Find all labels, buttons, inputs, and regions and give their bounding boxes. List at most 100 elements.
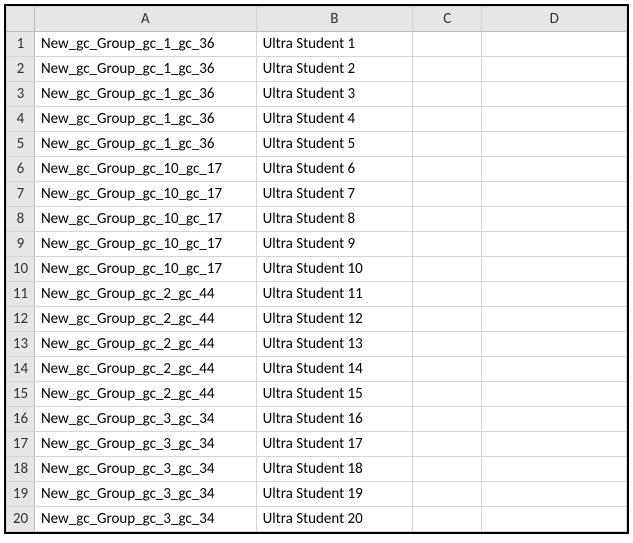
cell-c[interactable]	[413, 482, 482, 507]
cell-b[interactable]: Ultra Student 11	[256, 282, 412, 307]
cell-c[interactable]	[413, 282, 482, 307]
cell-c[interactable]	[413, 457, 482, 482]
cell-d[interactable]	[482, 57, 627, 82]
row-header[interactable]: 11	[7, 282, 35, 307]
row-header[interactable]: 13	[7, 332, 35, 357]
cell-c[interactable]	[413, 232, 482, 257]
cell-b[interactable]: Ultra Student 17	[256, 432, 412, 457]
cell-d[interactable]	[482, 82, 627, 107]
cell-a[interactable]: New_gc_Group_gc_1_gc_36	[34, 132, 256, 157]
cell-d[interactable]	[482, 32, 627, 57]
cell-c[interactable]	[413, 132, 482, 157]
cell-d[interactable]	[482, 457, 627, 482]
cell-a[interactable]: New_gc_Group_gc_10_gc_17	[34, 257, 256, 282]
cell-d[interactable]	[482, 507, 627, 532]
cell-a[interactable]: New_gc_Group_gc_1_gc_36	[34, 32, 256, 57]
cell-d[interactable]	[482, 107, 627, 132]
cell-a[interactable]: New_gc_Group_gc_1_gc_36	[34, 82, 256, 107]
select-all-corner[interactable]	[7, 7, 35, 32]
row-header[interactable]: 3	[7, 82, 35, 107]
cell-c[interactable]	[413, 357, 482, 382]
cell-c[interactable]	[413, 182, 482, 207]
row-header[interactable]: 8	[7, 207, 35, 232]
cell-b[interactable]: Ultra Student 13	[256, 332, 412, 357]
cell-d[interactable]	[482, 257, 627, 282]
cell-a[interactable]: New_gc_Group_gc_2_gc_44	[34, 357, 256, 382]
cell-a[interactable]: New_gc_Group_gc_2_gc_44	[34, 282, 256, 307]
cell-c[interactable]	[413, 307, 482, 332]
cell-b[interactable]: Ultra Student 19	[256, 482, 412, 507]
row-header[interactable]: 5	[7, 132, 35, 157]
cell-a[interactable]: New_gc_Group_gc_10_gc_17	[34, 232, 256, 257]
cell-b[interactable]: Ultra Student 7	[256, 182, 412, 207]
cell-d[interactable]	[482, 132, 627, 157]
cell-b[interactable]: Ultra Student 5	[256, 132, 412, 157]
row-header[interactable]: 16	[7, 407, 35, 432]
cell-d[interactable]	[482, 407, 627, 432]
row-header[interactable]: 7	[7, 182, 35, 207]
cell-b[interactable]: Ultra Student 3	[256, 82, 412, 107]
row-header[interactable]: 9	[7, 232, 35, 257]
cell-d[interactable]	[482, 307, 627, 332]
cell-a[interactable]: New_gc_Group_gc_3_gc_34	[34, 407, 256, 432]
cell-b[interactable]: Ultra Student 10	[256, 257, 412, 282]
cell-c[interactable]	[413, 82, 482, 107]
cell-c[interactable]	[413, 57, 482, 82]
cell-b[interactable]: Ultra Student 9	[256, 232, 412, 257]
cell-d[interactable]	[482, 207, 627, 232]
cell-d[interactable]	[482, 282, 627, 307]
cell-a[interactable]: New_gc_Group_gc_3_gc_34	[34, 482, 256, 507]
cell-a[interactable]: New_gc_Group_gc_1_gc_36	[34, 107, 256, 132]
cell-c[interactable]	[413, 107, 482, 132]
cell-c[interactable]	[413, 32, 482, 57]
cell-a[interactable]: New_gc_Group_gc_2_gc_44	[34, 332, 256, 357]
row-header[interactable]: 19	[7, 482, 35, 507]
row-header[interactable]: 12	[7, 307, 35, 332]
column-header-a[interactable]: A	[34, 7, 256, 32]
column-header-b[interactable]: B	[256, 7, 412, 32]
cell-b[interactable]: Ultra Student 15	[256, 382, 412, 407]
row-header[interactable]: 2	[7, 57, 35, 82]
cell-c[interactable]	[413, 382, 482, 407]
cell-d[interactable]	[482, 482, 627, 507]
cell-b[interactable]: Ultra Student 18	[256, 457, 412, 482]
cell-a[interactable]: New_gc_Group_gc_10_gc_17	[34, 157, 256, 182]
cell-c[interactable]	[413, 207, 482, 232]
cell-a[interactable]: New_gc_Group_gc_2_gc_44	[34, 307, 256, 332]
cell-c[interactable]	[413, 432, 482, 457]
cell-b[interactable]: Ultra Student 12	[256, 307, 412, 332]
cell-a[interactable]: New_gc_Group_gc_3_gc_34	[34, 507, 256, 532]
row-header[interactable]: 10	[7, 257, 35, 282]
cell-c[interactable]	[413, 507, 482, 532]
cell-b[interactable]: Ultra Student 4	[256, 107, 412, 132]
row-header[interactable]: 14	[7, 357, 35, 382]
cell-b[interactable]: Ultra Student 1	[256, 32, 412, 57]
row-header[interactable]: 17	[7, 432, 35, 457]
cell-d[interactable]	[482, 432, 627, 457]
cell-b[interactable]: Ultra Student 8	[256, 207, 412, 232]
row-header[interactable]: 18	[7, 457, 35, 482]
cell-a[interactable]: New_gc_Group_gc_3_gc_34	[34, 457, 256, 482]
cell-b[interactable]: Ultra Student 2	[256, 57, 412, 82]
cell-c[interactable]	[413, 407, 482, 432]
cell-b[interactable]: Ultra Student 6	[256, 157, 412, 182]
cell-b[interactable]: Ultra Student 16	[256, 407, 412, 432]
cell-d[interactable]	[482, 232, 627, 257]
cell-c[interactable]	[413, 157, 482, 182]
row-header[interactable]: 1	[7, 32, 35, 57]
cell-a[interactable]: New_gc_Group_gc_10_gc_17	[34, 207, 256, 232]
cell-b[interactable]: Ultra Student 14	[256, 357, 412, 382]
row-header[interactable]: 4	[7, 107, 35, 132]
cell-d[interactable]	[482, 182, 627, 207]
column-header-d[interactable]: D	[482, 7, 627, 32]
cell-a[interactable]: New_gc_Group_gc_1_gc_36	[34, 57, 256, 82]
cell-b[interactable]: Ultra Student 20	[256, 507, 412, 532]
cell-c[interactable]	[413, 332, 482, 357]
row-header[interactable]: 15	[7, 382, 35, 407]
cell-a[interactable]: New_gc_Group_gc_10_gc_17	[34, 182, 256, 207]
cell-a[interactable]: New_gc_Group_gc_3_gc_34	[34, 432, 256, 457]
cell-c[interactable]	[413, 257, 482, 282]
row-header[interactable]: 20	[7, 507, 35, 532]
cell-a[interactable]: New_gc_Group_gc_2_gc_44	[34, 382, 256, 407]
cell-d[interactable]	[482, 157, 627, 182]
